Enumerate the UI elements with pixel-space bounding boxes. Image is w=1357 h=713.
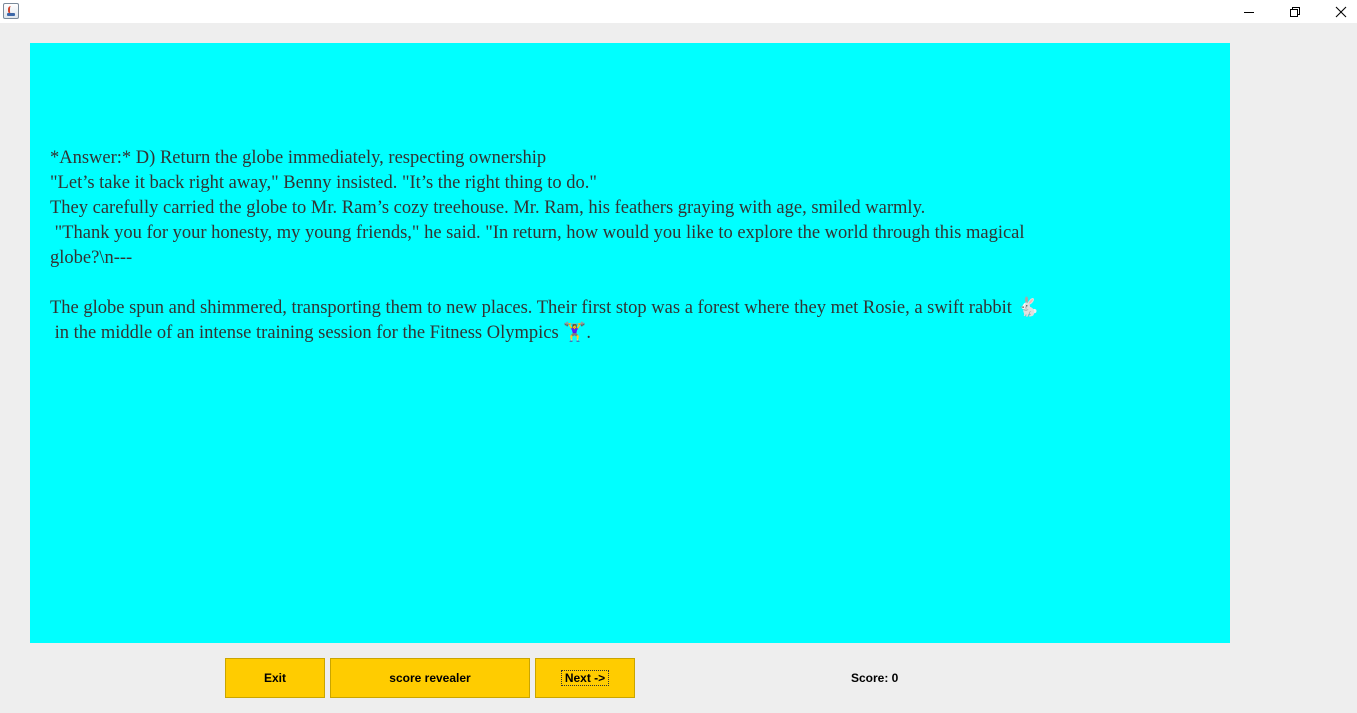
score-revealer-label: score revealer [389, 671, 471, 685]
story-panel: *Answer:* D) Return the globe immediatel… [30, 43, 1230, 643]
java-cup-icon[interactable] [3, 3, 19, 19]
minimize-button[interactable] [1226, 0, 1272, 23]
window-title-bar [0, 0, 1357, 23]
story-text: *Answer:* D) Return the globe immediatel… [50, 148, 1040, 343]
restore-button[interactable] [1272, 0, 1318, 23]
close-button[interactable] [1318, 0, 1357, 23]
score-label: Score: 0 [851, 671, 899, 685]
next-button-label: Next -> [560, 670, 610, 686]
score-revealer-button[interactable]: score revealer [330, 658, 530, 698]
close-icon [1335, 6, 1347, 17]
exit-button[interactable]: Exit [225, 658, 325, 698]
restore-icon [1290, 6, 1300, 17]
exit-button-label: Exit [263, 671, 286, 685]
next-button[interactable]: Next -> [535, 658, 635, 698]
minimize-icon [1244, 11, 1254, 13]
